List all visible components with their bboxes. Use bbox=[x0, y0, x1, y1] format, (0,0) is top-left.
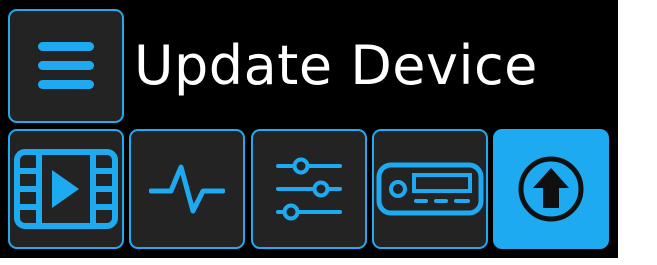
sliders-icon bbox=[274, 154, 344, 224]
tab-media[interactable] bbox=[8, 129, 124, 249]
tab-device[interactable] bbox=[372, 129, 488, 249]
pulse-waveform-icon bbox=[149, 159, 225, 219]
tab-update[interactable] bbox=[493, 129, 609, 249]
tab-settings[interactable] bbox=[251, 129, 367, 249]
tab-bar bbox=[8, 129, 609, 249]
device-unit-icon bbox=[376, 162, 484, 216]
tab-signal[interactable] bbox=[129, 129, 245, 249]
menu-button[interactable] bbox=[8, 9, 124, 123]
device-screen: Update Device bbox=[0, 0, 618, 258]
page-title: Update Device bbox=[134, 34, 538, 97]
video-film-icon bbox=[12, 144, 120, 234]
hamburger-menu-icon bbox=[34, 36, 98, 96]
upload-arrow-icon bbox=[516, 154, 586, 224]
